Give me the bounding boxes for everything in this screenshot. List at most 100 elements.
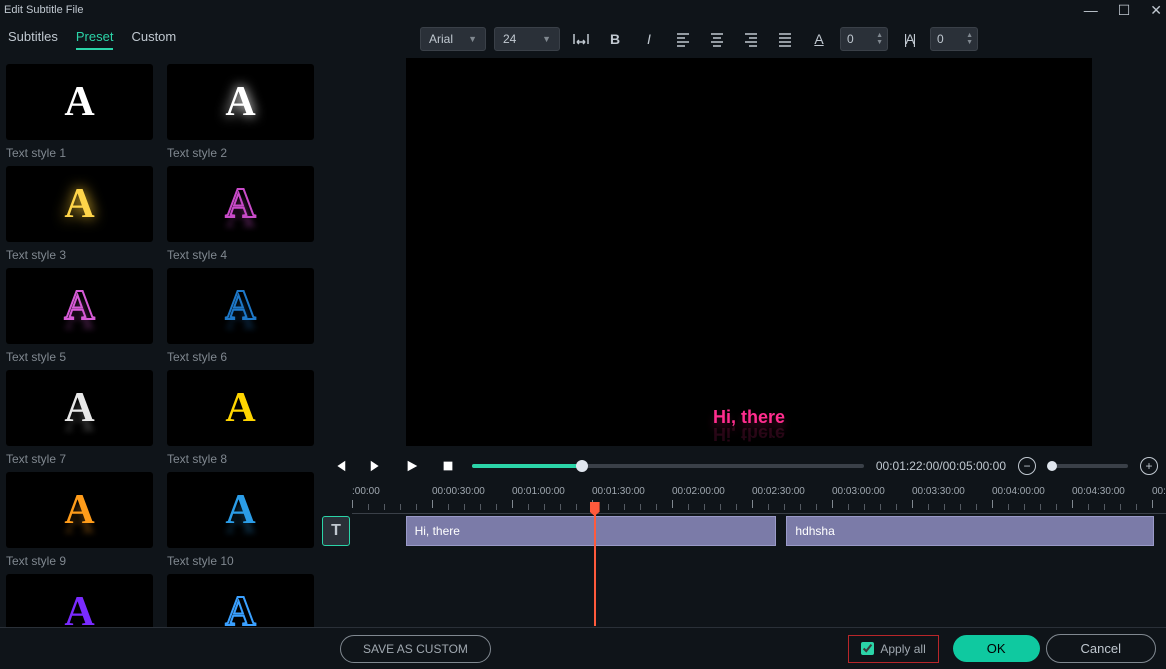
prev-frame-button[interactable] bbox=[328, 454, 352, 478]
preset-item[interactable]: A Text style 8 bbox=[167, 370, 314, 466]
titlebar: Edit Subtitle File — ☐ ✕ bbox=[0, 0, 1166, 20]
chevron-down-icon: ▼ bbox=[456, 34, 477, 44]
subtitle-clip[interactable]: hdhsha bbox=[786, 516, 1154, 546]
preset-label: Text style 8 bbox=[167, 452, 314, 466]
preset-label: Text style 2 bbox=[167, 146, 314, 160]
side-tabs: Subtitles Preset Custom bbox=[0, 29, 320, 50]
zoom-knob[interactable] bbox=[1047, 461, 1057, 471]
ruler-mark: 00:04:00:00 bbox=[992, 486, 1045, 497]
preset-item[interactable]: A bbox=[6, 574, 153, 628]
zoom-out-button[interactable]: − bbox=[1018, 457, 1036, 475]
chevron-down-icon: ▼ bbox=[530, 34, 551, 44]
preset-thumb: A bbox=[167, 64, 314, 140]
italic-button[interactable]: I bbox=[636, 27, 662, 51]
bold-button[interactable]: B bbox=[602, 27, 628, 51]
minimize-button[interactable]: — bbox=[1084, 2, 1098, 19]
preset-label: Text style 9 bbox=[6, 554, 153, 568]
progress-slider[interactable] bbox=[472, 464, 864, 468]
window-controls: — ☐ ✕ bbox=[1084, 2, 1162, 19]
text-toolbar: Arial▼ 24▼ B I A 0▲▼ |A| 0▲▼ bbox=[320, 27, 1166, 51]
tab-subtitles[interactable]: Subtitles bbox=[8, 29, 58, 50]
apply-all-input[interactable] bbox=[861, 642, 874, 655]
stop-button[interactable] bbox=[436, 454, 460, 478]
align-left-button[interactable] bbox=[670, 27, 696, 51]
timeline[interactable]: :00:0000:00:30:0000:01:00:0000:01:30:000… bbox=[320, 486, 1166, 628]
track-label-text-icon[interactable]: T bbox=[322, 516, 350, 546]
size-dropdown[interactable]: 24 ▼ bbox=[494, 27, 560, 51]
ok-button[interactable]: OK bbox=[953, 635, 1040, 662]
next-frame-button[interactable] bbox=[364, 454, 388, 478]
preset-label: Text style 5 bbox=[6, 350, 153, 364]
time-ruler[interactable]: :00:0000:00:30:0000:01:00:0000:01:30:000… bbox=[352, 486, 1166, 514]
tab-custom[interactable]: Custom bbox=[131, 29, 176, 50]
align-right-button[interactable] bbox=[738, 27, 764, 51]
preset-label: Text style 6 bbox=[167, 350, 314, 364]
preset-thumb: A bbox=[167, 370, 314, 446]
ruler-mark: 00:03:00:00 bbox=[832, 486, 885, 497]
apply-all-label: Apply all bbox=[880, 642, 925, 656]
spinner-arrows-icon: ▲▼ bbox=[876, 32, 883, 46]
preset-thumb: A bbox=[167, 166, 314, 242]
preset-item[interactable]: A Text style 5 bbox=[6, 268, 153, 364]
preset-item[interactable]: A Text style 7 bbox=[6, 370, 153, 466]
preset-item[interactable]: A Text style 10 bbox=[167, 472, 314, 568]
preset-label: Text style 7 bbox=[6, 452, 153, 466]
ruler-mark: 00:01:00:00 bbox=[512, 486, 565, 497]
top-row: Subtitles Preset Custom Arial▼ 24 ▼ B I A… bbox=[0, 20, 1166, 58]
line-spacing-spinner[interactable]: 0▲▼ bbox=[930, 27, 978, 51]
line-spacing-icon[interactable]: |A| bbox=[896, 27, 922, 51]
preset-thumb: A bbox=[167, 472, 314, 548]
preset-item[interactable]: A Text style 6 bbox=[167, 268, 314, 364]
right-pane: Hi, there Hi, there 00:01:22:00/00:05:00… bbox=[320, 58, 1166, 628]
close-button[interactable]: ✕ bbox=[1150, 2, 1162, 19]
preset-label: Text style 10 bbox=[167, 554, 314, 568]
progress-knob[interactable] bbox=[576, 460, 588, 472]
preset-thumb: A bbox=[6, 64, 153, 140]
ruler-mark: 00:03:30:00 bbox=[912, 486, 965, 497]
preset-thumb: A bbox=[6, 370, 153, 446]
preset-item[interactable]: A Text style 3 bbox=[6, 166, 153, 262]
font-dropdown[interactable]: Arial▼ bbox=[420, 27, 486, 51]
ruler-mark: 00:01:30:00 bbox=[592, 486, 645, 497]
ruler-mark: :00:00 bbox=[352, 486, 380, 497]
apply-all-checkbox[interactable]: Apply all bbox=[848, 635, 938, 663]
size-value: 24 bbox=[503, 32, 516, 46]
bottom-bar: SAVE AS CUSTOM Apply all OK Cancel bbox=[0, 627, 1166, 669]
preset-item[interactable]: A Text style 2 bbox=[167, 64, 314, 160]
preset-thumb: A bbox=[167, 268, 314, 344]
cancel-button[interactable]: Cancel bbox=[1046, 634, 1156, 663]
ruler-mark: 00:02:00:00 bbox=[672, 486, 725, 497]
preset-item[interactable]: AText style 4 bbox=[167, 166, 314, 262]
save-as-custom-button[interactable]: SAVE AS CUSTOM bbox=[340, 635, 491, 663]
align-justify-button[interactable] bbox=[772, 27, 798, 51]
ruler-mark: 00:04:30:00 bbox=[1072, 486, 1125, 497]
subtitle-track[interactable]: T Hi, therehdhsha bbox=[352, 516, 1166, 546]
preset-item[interactable]: A bbox=[167, 574, 314, 628]
preset-thumb: A bbox=[6, 166, 153, 242]
total-time: 00:05:00:00 bbox=[943, 459, 1006, 473]
preset-thumb: A bbox=[6, 574, 153, 628]
text-color-button[interactable]: A bbox=[806, 27, 832, 51]
char-spacing-value: 0 bbox=[847, 32, 854, 46]
preview-area[interactable]: Hi, there Hi, there bbox=[406, 58, 1092, 446]
play-button[interactable] bbox=[400, 454, 424, 478]
ruler-mark: 00:02:30:00 bbox=[752, 486, 805, 497]
preset-thumb: A bbox=[6, 268, 153, 344]
maximize-button[interactable]: ☐ bbox=[1118, 2, 1131, 19]
tab-preset[interactable]: Preset bbox=[76, 29, 114, 50]
preset-item[interactable]: AText style 1 bbox=[6, 64, 153, 160]
progress-fill bbox=[472, 464, 582, 468]
playhead[interactable] bbox=[594, 502, 596, 626]
char-spacing-icon[interactable] bbox=[568, 27, 594, 51]
preset-grid[interactable]: AText style 1AText style 2AText style 3A… bbox=[0, 58, 320, 628]
clips-container: Hi, there hdhsha bbox=[352, 516, 1166, 546]
preset-thumb: A bbox=[6, 472, 153, 548]
zoom-in-button[interactable]: + bbox=[1140, 457, 1158, 475]
subtitle-clip[interactable]: Hi, there bbox=[406, 516, 776, 546]
align-center-button[interactable] bbox=[704, 27, 730, 51]
preset-item[interactable]: A Text style 9 bbox=[6, 472, 153, 568]
zoom-slider[interactable] bbox=[1048, 464, 1128, 468]
preview-subtitle-reflection: Hi, there bbox=[713, 423, 785, 444]
preset-label: Text style 3 bbox=[6, 248, 153, 262]
char-spacing-spinner[interactable]: 0 ▲▼ bbox=[840, 27, 888, 51]
